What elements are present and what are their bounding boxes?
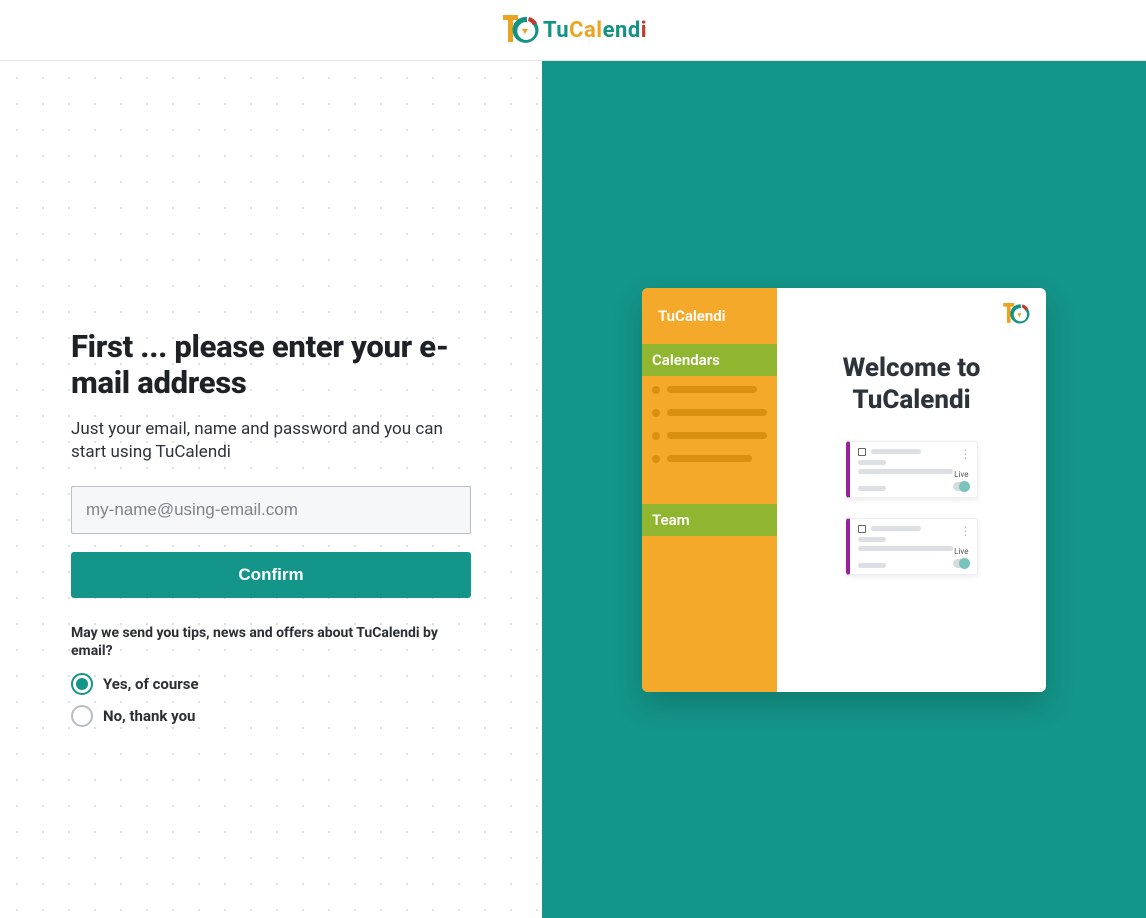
form-subtitle: Just your email, name and password and y… (71, 418, 471, 464)
more-icon: ⋮ (960, 448, 971, 460)
more-icon: ⋮ (960, 525, 971, 537)
toggle-icon (953, 559, 969, 568)
mock-welcome-text: Welcome to TuCalendi (795, 352, 1028, 417)
mock-sidebar-item (652, 386, 767, 394)
live-label: Live (954, 470, 968, 479)
brand-part-tu: Tu (543, 18, 569, 43)
form-title: First ... please enter your e-mail addre… (71, 329, 471, 400)
left-pane: First ... please enter your e-mail addre… (0, 61, 542, 918)
header: TuCalendi (0, 0, 1146, 61)
mock-sidebar-item (652, 432, 767, 440)
brand-part-i: i (641, 18, 647, 43)
toggle-icon (953, 482, 969, 491)
mock-cards: ⋮ Live ⋮ Live (795, 441, 1028, 575)
split-container: First ... please enter your e-mail addre… (0, 61, 1146, 918)
consent-question: May we send you tips, news and offers ab… (71, 624, 471, 660)
mock-sidebar-item (652, 455, 767, 463)
signup-form: First ... please enter your e-mail addre… (71, 61, 471, 727)
consent-option-yes[interactable]: Yes, of course (71, 673, 471, 695)
brand-part-e: e (603, 18, 615, 43)
brand-part-n: n (615, 18, 628, 43)
radio-icon (71, 673, 93, 695)
brand-mark-icon (499, 11, 539, 49)
brand-text: TuCalendi (543, 18, 647, 43)
mock-section-calendars: Calendars (642, 344, 777, 376)
mock-section-team: Team (642, 504, 777, 536)
consent-no-label: No, thank you (103, 707, 195, 725)
consent-yes-label: Yes, of course (103, 675, 199, 693)
mock-sidebar: TuCalendi Calendars Team (642, 288, 777, 692)
mock-brand-mark-icon (1000, 300, 1030, 332)
mock-main: Welcome to TuCalendi ⋮ Live ⋮ (777, 288, 1046, 692)
right-pane: TuCalendi Calendars Team (542, 61, 1146, 918)
checkbox-icon (858, 525, 866, 533)
checkbox-icon (858, 448, 866, 456)
radio-icon (71, 705, 93, 727)
mock-card: ⋮ Live (846, 518, 978, 575)
live-label: Live (954, 547, 968, 556)
brand-part-d: d (628, 18, 641, 43)
mock-app-illustration: TuCalendi Calendars Team (642, 288, 1046, 692)
email-field[interactable] (71, 486, 471, 534)
mock-sidebar-item (652, 409, 767, 417)
mock-card: ⋮ Live (846, 441, 978, 498)
brand-part-cal: Cal (569, 18, 603, 43)
confirm-button[interactable]: Confirm (71, 552, 471, 598)
mock-sidebar-brand: TuCalendi (642, 288, 777, 344)
consent-option-no[interactable]: No, thank you (71, 705, 471, 727)
brand-logo: TuCalendi (499, 11, 647, 49)
mock-calendar-items (642, 376, 777, 478)
